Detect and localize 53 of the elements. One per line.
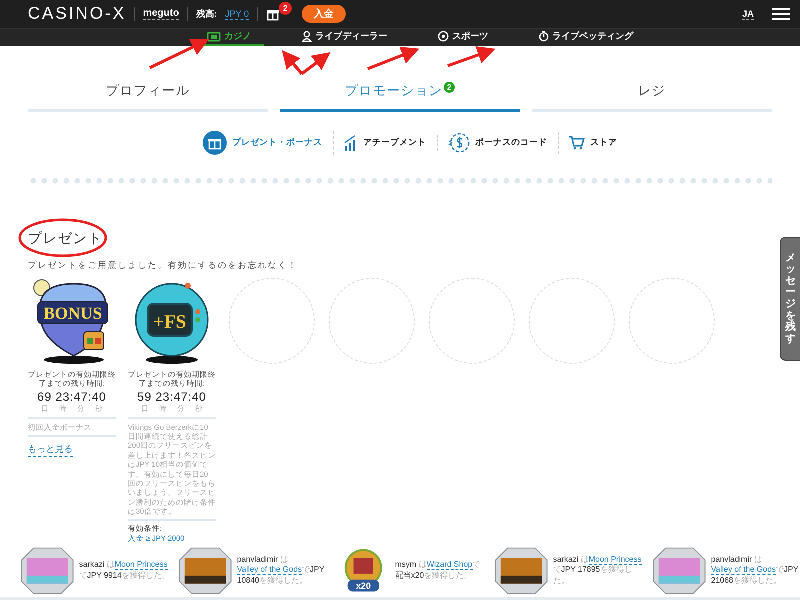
winner-message: sarkazi はMoon Princess でJPY 9914を獲得した。 xyxy=(79,560,170,582)
game-thumbnail xyxy=(178,546,234,596)
countdown-timer: 59 23:47:40 xyxy=(136,390,208,404)
person-icon xyxy=(302,31,312,42)
winner-message: sarkazi はMoon Princess でJPY 17895を獲得した。 xyxy=(553,554,643,587)
nav-tab[interactable]: カジノ xyxy=(194,29,264,46)
leave-message-tab[interactable]: メッセージを残す xyxy=(780,237,800,361)
soccer-ball-icon xyxy=(438,31,448,42)
game-thumbnail xyxy=(20,546,76,596)
winner-message: panvladimir は Valley of the GodsでJPY 10840を獲得した。 xyxy=(237,554,326,587)
bar-chart-icon xyxy=(344,135,358,152)
winner-message: msym はWizard Shopで 配当x20を獲得した。 xyxy=(395,560,482,582)
game-link[interactable]: Wizard Shop xyxy=(426,560,473,570)
account-tab[interactable]: プロフィール xyxy=(28,78,268,112)
annotation-arrow xyxy=(149,39,210,70)
see-more-link[interactable]: もっと見る xyxy=(28,443,73,458)
username-link[interactable]: meguto xyxy=(143,8,180,20)
promotion-tab[interactable]: ストア xyxy=(558,136,628,150)
language-selector[interactable]: JA xyxy=(742,8,754,20)
slot-machine-icon xyxy=(206,32,220,42)
section-title: プレゼント xyxy=(28,230,104,248)
game-thumbnail xyxy=(494,546,550,596)
notification-badge: 2 xyxy=(279,2,292,16)
promotion-tab[interactable]: プレゼント・ボーナス xyxy=(192,131,334,156)
balance-label: 残高: xyxy=(196,8,218,21)
game-link[interactable]: Valley of the Gods xyxy=(237,565,302,576)
gift-icon xyxy=(202,131,226,156)
deposit-button[interactable]: 入金 xyxy=(302,5,346,24)
cart-icon xyxy=(568,136,584,150)
nav-tab[interactable]: ライブディーラー xyxy=(290,29,400,46)
bonus-machine-drawing: BONUS xyxy=(28,276,116,366)
coupon-icon xyxy=(448,132,470,154)
promotion-tab[interactable]: ボーナスのコード xyxy=(438,132,558,154)
menu-icon[interactable] xyxy=(772,8,790,20)
game-thumbnail xyxy=(652,546,708,596)
nav-tab[interactable]: ライブベッティング xyxy=(526,29,646,46)
game-link[interactable]: Moon Princess xyxy=(588,554,642,565)
stopwatch-icon xyxy=(538,31,548,42)
account-tab[interactable]: プロモーション 2 xyxy=(280,78,520,112)
promotion-tab[interactable]: アチーブメント xyxy=(334,135,438,152)
logo[interactable]: CASINO-X xyxy=(28,4,126,24)
balance-link[interactable]: JPY 0 xyxy=(225,8,250,20)
winner-message: panvladimir は Valley of the GodsでJPY 21068を獲得した。 xyxy=(711,554,800,587)
game-link[interactable]: Moon Princess xyxy=(114,560,168,570)
section-subtitle: プレゼントをご用意しました。有効にするのをお忘れなく！ xyxy=(28,260,299,272)
count-badge: 2 xyxy=(444,82,455,94)
annotation-arrow xyxy=(282,50,331,76)
annotation-arrow xyxy=(448,46,496,68)
account-tab[interactable]: レジ xyxy=(532,78,772,112)
annotation-arrow xyxy=(367,47,420,70)
game-link[interactable]: Valley of the Gods xyxy=(711,565,776,576)
countdown-timer: 69 23:47:40 xyxy=(36,390,108,404)
nav-tab[interactable]: スポーツ xyxy=(426,29,500,46)
